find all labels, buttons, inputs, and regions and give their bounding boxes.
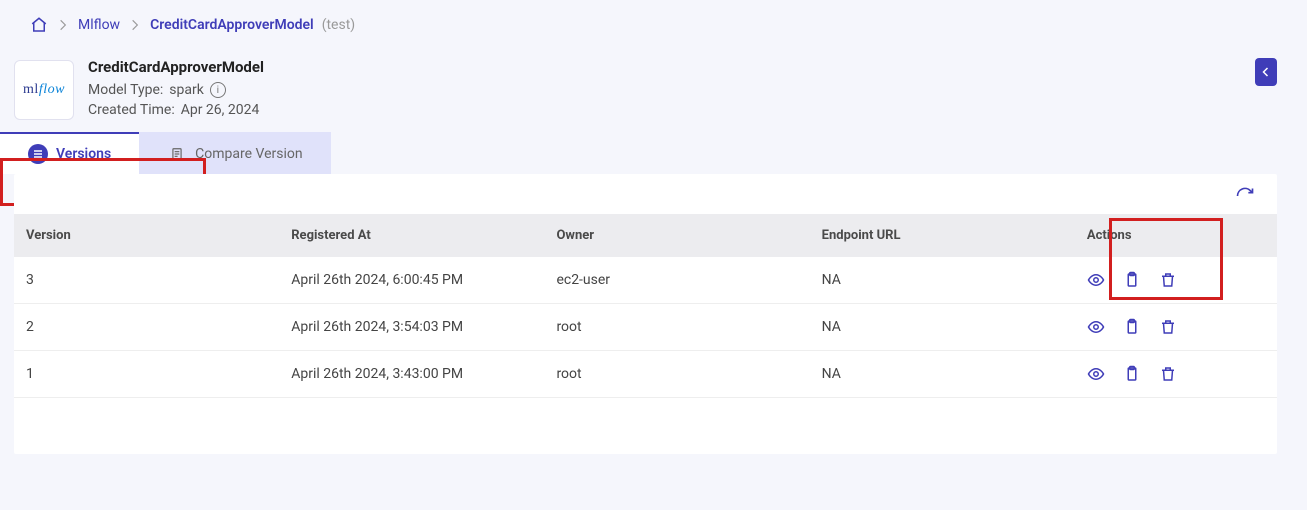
cell-owner: ec2-user xyxy=(544,257,809,304)
col-owner: Owner xyxy=(544,214,809,257)
mlflow-logo: mlflow xyxy=(14,60,74,120)
clipboard-icon[interactable] xyxy=(1123,271,1141,289)
tabs: Versions Compare Version xyxy=(0,132,1307,174)
content-card: Version Registered At Owner Endpoint URL… xyxy=(14,174,1277,454)
col-endpoint-url: Endpoint URL xyxy=(810,214,1075,257)
clipboard-icon[interactable] xyxy=(1123,365,1141,383)
document-icon xyxy=(167,144,187,164)
view-icon[interactable] xyxy=(1087,271,1105,289)
col-version: Version xyxy=(14,214,279,257)
collapse-panel-button[interactable] xyxy=(1255,58,1277,86)
breadcrumb-env: (test) xyxy=(322,17,355,33)
col-registered-at: Registered At xyxy=(279,214,544,257)
view-icon[interactable] xyxy=(1087,318,1105,336)
home-icon[interactable] xyxy=(30,16,48,34)
tab-compare-version[interactable]: Compare Version xyxy=(139,132,331,174)
model-type: Model Type: spark i xyxy=(88,82,264,98)
cell-endpoint-url: NA xyxy=(810,351,1075,398)
cell-actions xyxy=(1075,351,1277,398)
breadcrumb-model: CreditCardApproverModel xyxy=(150,17,314,33)
cell-version: 2 xyxy=(14,304,279,351)
tab-versions[interactable]: Versions xyxy=(0,132,139,174)
created-time: Created Time: Apr 26, 2024 xyxy=(88,102,264,118)
tab-compare-label: Compare Version xyxy=(195,146,303,162)
cell-endpoint-url: NA xyxy=(810,304,1075,351)
cell-registered-at: April 26th 2024, 3:43:00 PM xyxy=(279,351,544,398)
cell-endpoint-url: NA xyxy=(810,257,1075,304)
cell-actions xyxy=(1075,304,1277,351)
chevron-right-icon xyxy=(56,18,70,32)
view-icon[interactable] xyxy=(1087,365,1105,383)
list-icon xyxy=(28,144,48,164)
cell-version: 1 xyxy=(14,351,279,398)
table-row: 3April 26th 2024, 6:00:45 PMec2-userNA xyxy=(14,257,1277,304)
versions-table: Version Registered At Owner Endpoint URL… xyxy=(14,214,1277,398)
trash-icon[interactable] xyxy=(1159,365,1177,383)
cell-owner: root xyxy=(544,351,809,398)
table-row: 1April 26th 2024, 3:43:00 PMrootNA xyxy=(14,351,1277,398)
cell-actions xyxy=(1075,257,1277,304)
cell-registered-at: April 26th 2024, 3:54:03 PM xyxy=(279,304,544,351)
breadcrumb-mlflow[interactable]: Mlflow xyxy=(78,17,120,33)
chevron-right-icon xyxy=(128,18,142,32)
info-icon[interactable]: i xyxy=(210,82,226,98)
cell-owner: root xyxy=(544,304,809,351)
cell-version: 3 xyxy=(14,257,279,304)
model-header: mlflow CreditCardApproverModel Model Typ… xyxy=(0,44,1307,122)
model-title: CreditCardApproverModel xyxy=(88,58,264,76)
table-row: 2April 26th 2024, 3:54:03 PMrootNA xyxy=(14,304,1277,351)
clipboard-icon[interactable] xyxy=(1123,318,1141,336)
trash-icon[interactable] xyxy=(1159,318,1177,336)
refresh-icon[interactable] xyxy=(1235,186,1255,206)
breadcrumb: Mlflow CreditCardApproverModel (test) xyxy=(0,0,1307,44)
tab-versions-label: Versions xyxy=(56,146,111,162)
trash-icon[interactable] xyxy=(1159,271,1177,289)
cell-registered-at: April 26th 2024, 6:00:45 PM xyxy=(279,257,544,304)
col-actions: Actions xyxy=(1075,214,1277,257)
